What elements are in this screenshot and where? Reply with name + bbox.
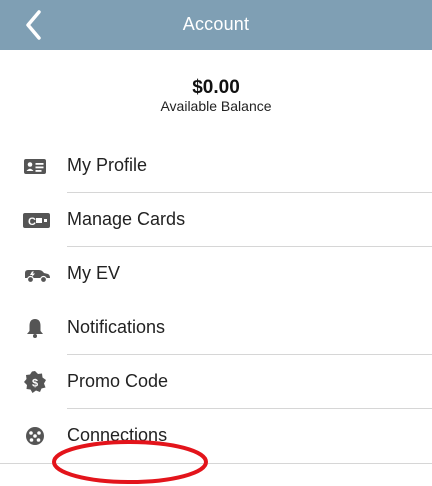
credit-card-icon: C [22,208,50,232]
annotation-ellipse [52,440,208,484]
ev-car-icon [22,262,50,286]
svg-text:$: $ [32,378,38,390]
menu-item-notifications[interactable]: Notifications [0,301,432,355]
menu-item-manage-cards[interactable]: C Manage Cards [0,193,432,247]
menu-item-label: Manage Cards [67,209,186,229]
menu-item-label: My EV [67,263,121,283]
menu-item-my-profile[interactable]: My Profile [0,139,432,193]
bell-icon [22,316,48,340]
menu-item-label: Promo Code [67,371,169,391]
connector-plug-icon [22,424,48,448]
svg-text:C: C [28,216,36,228]
menu-item-promo-code[interactable]: $ Promo Code [0,355,432,409]
id-card-icon [22,154,48,178]
balance-label: Available Balance [160,98,272,114]
header-bar: Account [0,0,432,50]
menu-item-label: Notifications [67,317,166,337]
dollar-badge-icon: $ [22,370,48,394]
page-title: Account [182,14,250,34]
menu-item-my-ev[interactable]: My EV [0,247,432,301]
balance-amount: $0.00 [192,77,240,98]
menu-item-label: My Profile [67,155,148,175]
